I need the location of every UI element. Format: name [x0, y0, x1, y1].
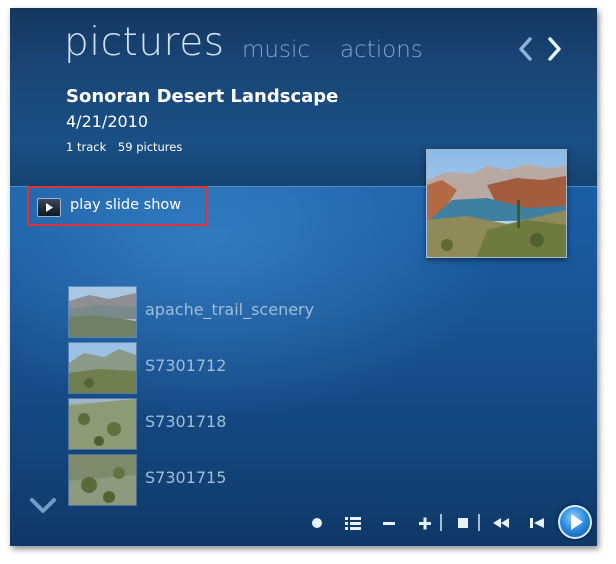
list-item-label: apache_trail_scenery	[145, 300, 315, 319]
list-item[interactable]: S7301718	[68, 398, 328, 450]
list-item-label: S7301718	[145, 412, 227, 431]
album-date: 4/21/2010	[66, 112, 149, 131]
list-item-label: S7301712	[145, 356, 227, 375]
thumbnail-image	[68, 286, 137, 338]
control-divider	[440, 514, 442, 531]
play-slide-show-label: play slide show	[70, 197, 182, 213]
nav-actions[interactable]: actions	[340, 37, 423, 63]
track-count: 1 track	[66, 140, 107, 154]
stop-icon[interactable]	[452, 506, 474, 540]
control-divider	[478, 514, 480, 531]
play-icon	[37, 198, 61, 217]
album-info: 1 track 59 pictures	[66, 140, 182, 154]
thumbnail-image	[68, 342, 137, 394]
media-center-window: pictures music actions Sonoran Desert La…	[10, 8, 597, 546]
rewind-icon[interactable]	[490, 506, 512, 540]
picture-count: 59 pictures	[117, 140, 183, 154]
album-preview-image	[426, 149, 567, 258]
play-button[interactable]	[558, 505, 592, 539]
play-slide-show-button[interactable]: play slide show	[27, 186, 207, 226]
list-item[interactable]: S7301712	[68, 342, 328, 394]
play-icon	[571, 514, 583, 530]
chevron-left-icon[interactable]	[516, 34, 534, 64]
thumbnail-image	[68, 398, 137, 450]
volume-down-icon[interactable]	[378, 506, 400, 540]
nav-pictures[interactable]: pictures	[64, 20, 225, 65]
previous-track-icon[interactable]	[526, 506, 548, 540]
list-item[interactable]: apache_trail_scenery	[68, 286, 328, 338]
chevron-down-icon[interactable]	[28, 494, 58, 518]
record-icon[interactable]	[306, 506, 328, 540]
list-item[interactable]: S7301715	[68, 454, 328, 506]
album-title: Sonoran Desert Landscape	[66, 86, 339, 107]
chevron-right-icon[interactable]	[546, 34, 564, 64]
thumbnail-image	[68, 454, 137, 506]
list-view-icon[interactable]	[342, 506, 364, 540]
nav-music[interactable]: music	[242, 37, 310, 63]
volume-up-icon[interactable]	[414, 506, 436, 540]
list-item-label: S7301715	[145, 468, 227, 487]
